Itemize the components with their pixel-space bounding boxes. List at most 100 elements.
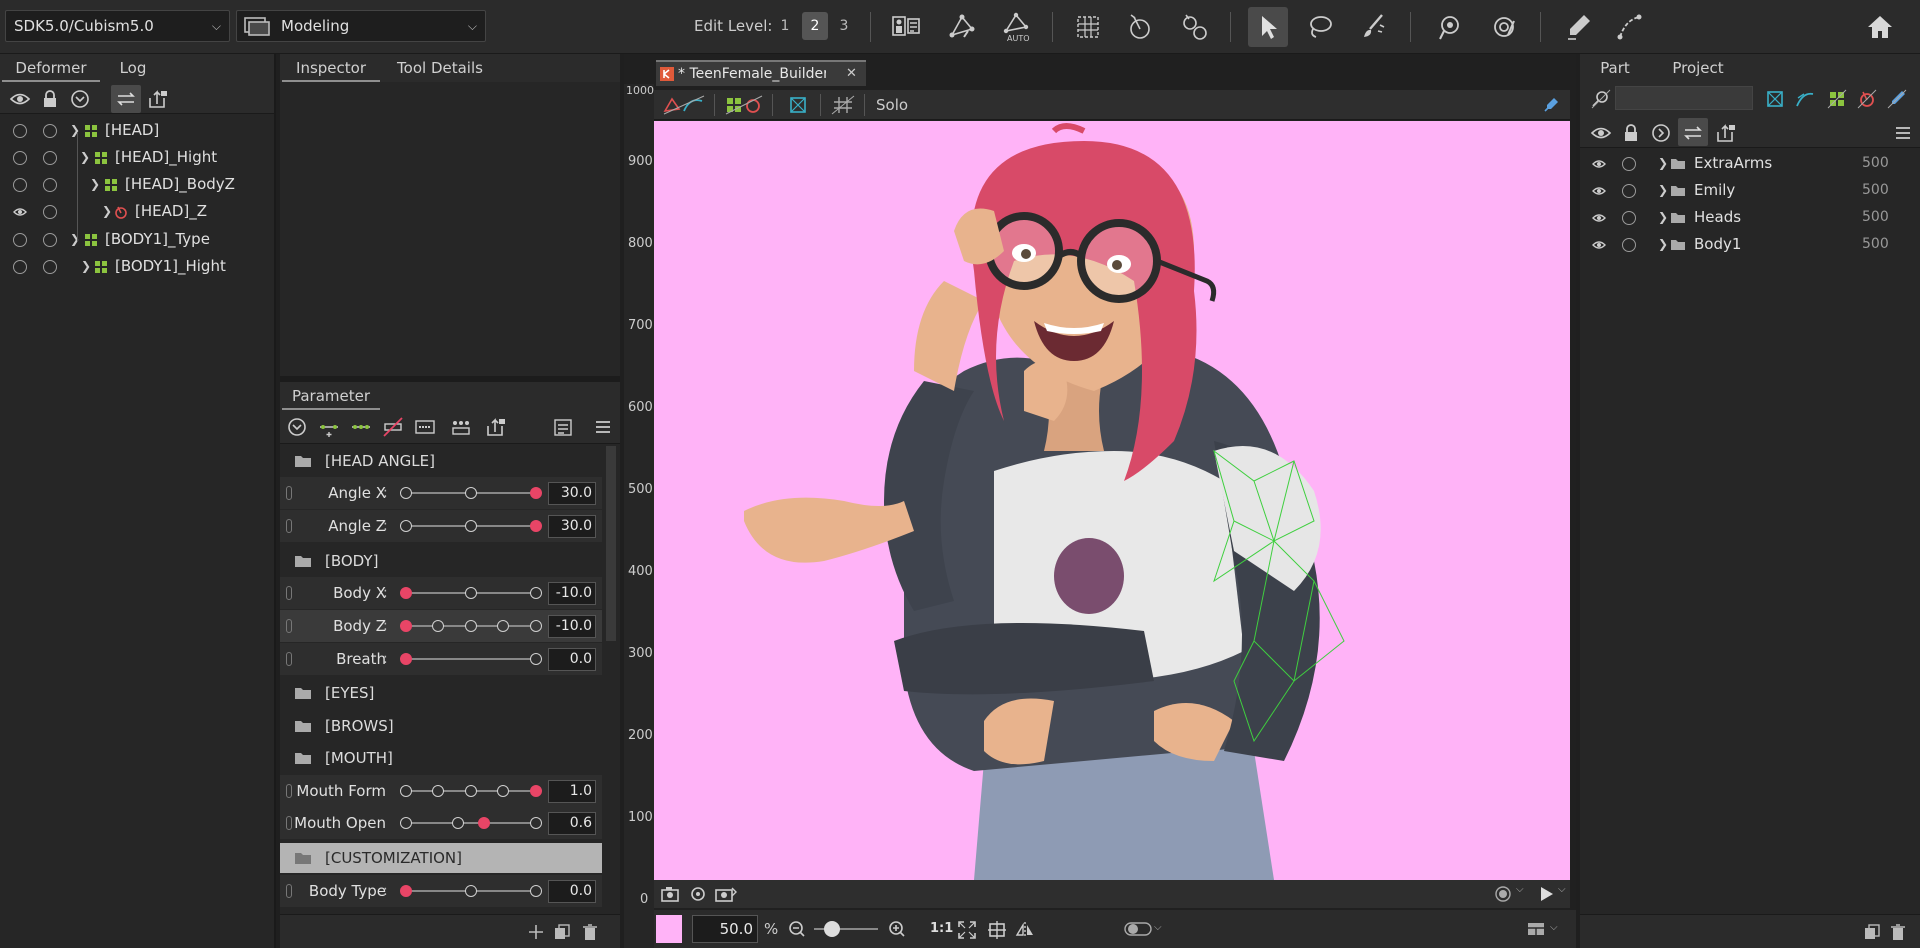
chevron-down-icon[interactable]: ❯ — [80, 144, 90, 171]
part-row[interactable]: ❯ ExtraArms 500 — [1580, 150, 1920, 177]
menu-icon[interactable] — [592, 416, 614, 438]
chevron-right-icon[interactable]: ❯ — [1658, 150, 1668, 177]
duplicate-icon[interactable] — [552, 922, 572, 942]
param-group-mouth[interactable]: [MOUTH] — [280, 743, 602, 773]
flip-view-icon[interactable] — [1014, 919, 1036, 941]
lock-toggle[interactable] — [1622, 238, 1636, 252]
param-slider-handle[interactable] — [400, 620, 412, 632]
tab-project[interactable]: Project — [1648, 54, 1748, 82]
chevron-down-icon[interactable]: ⌵ — [1550, 922, 1558, 933]
part-row[interactable]: ❯ Body1 500 — [1580, 231, 1920, 258]
param-keyform[interactable] — [465, 587, 477, 599]
tab-tool-details[interactable]: Tool Details — [380, 54, 500, 82]
camera-settings-icon[interactable] — [688, 885, 708, 903]
chevron-down-icon[interactable]: ⌵ — [1154, 922, 1162, 933]
chevron-right-icon[interactable]: ❯ — [1658, 177, 1668, 204]
zoom-in-icon[interactable] — [888, 920, 906, 938]
eye-icon[interactable] — [1592, 157, 1606, 171]
part-row[interactable]: ❯ Heads 500 — [1580, 204, 1920, 231]
param-keyform[interactable] — [497, 785, 509, 797]
camera-icon[interactable] — [660, 885, 680, 903]
param-value-input[interactable]: 0.0 — [548, 880, 596, 903]
link-icon[interactable] — [286, 519, 292, 533]
add-keyform-icon[interactable] — [318, 416, 340, 438]
duplicate-icon[interactable] — [1862, 922, 1882, 942]
param-group-head-angle[interactable]: [HEAD ANGLE] — [280, 446, 602, 476]
auto-mesh-icon[interactable]: AUTO — [998, 9, 1034, 45]
close-icon[interactable]: ✕ — [846, 62, 857, 86]
lock-icon[interactable] — [39, 88, 61, 110]
parameter-list-icon[interactable] — [552, 416, 574, 438]
lasso-select-icon[interactable] — [1302, 9, 1338, 45]
visibility-toggle[interactable] — [13, 233, 27, 247]
expand-icon[interactable] — [1650, 122, 1672, 144]
eye-icon[interactable] — [1592, 211, 1606, 225]
export-lock-icon[interactable] — [1714, 122, 1736, 144]
param-keyform[interactable] — [452, 817, 464, 829]
param-keyform[interactable] — [530, 587, 542, 599]
lock-toggle[interactable] — [43, 233, 57, 247]
param-keyform[interactable] — [530, 620, 542, 632]
warp-deformer-icon[interactable] — [1070, 9, 1106, 45]
texture-atlas-icon[interactable] — [888, 9, 924, 45]
link-icon[interactable] — [286, 652, 292, 666]
param-keyform[interactable] — [400, 785, 412, 797]
canvas-bg-swatch[interactable] — [656, 915, 682, 943]
link-icon[interactable] — [286, 816, 292, 830]
link-icon[interactable] — [286, 884, 292, 898]
brush-select-icon[interactable] — [1356, 9, 1392, 45]
chevron-down-icon[interactable]: ❯ — [90, 171, 100, 198]
param-keyform[interactable] — [400, 817, 412, 829]
param-value-input[interactable]: 1.0 — [548, 780, 596, 803]
param-keyform[interactable] — [530, 885, 542, 897]
document-tab[interactable]: * TeenFemale_Builder_… ✕ — [656, 60, 866, 86]
param-slider-handle[interactable] — [530, 487, 542, 499]
pen-tool-icon[interactable] — [1560, 9, 1596, 45]
rotation-deformer-icon[interactable] — [1122, 9, 1158, 45]
param-keyform[interactable] — [530, 817, 542, 829]
camera-export-icon[interactable] — [714, 885, 738, 903]
toggle-switch-icon[interactable] — [1124, 921, 1152, 937]
param-keyform[interactable] — [400, 520, 412, 532]
collapse-icon[interactable] — [286, 416, 308, 438]
lock-icon[interactable] — [1620, 122, 1642, 144]
chevron-right-icon[interactable]: ❯ — [1658, 204, 1668, 231]
home-icon[interactable] — [1862, 9, 1898, 45]
lock-toggle[interactable] — [43, 205, 57, 219]
param-keyform[interactable] — [400, 487, 412, 499]
link-icon[interactable] — [286, 486, 292, 500]
param-group-body[interactable]: [BODY] — [280, 546, 602, 576]
trash-icon[interactable] — [1888, 922, 1908, 942]
model-canvas[interactable] — [654, 121, 1570, 880]
delete-keyform-icon[interactable] — [382, 416, 404, 438]
character-model-illustration[interactable] — [654, 121, 1570, 880]
link-icon[interactable] — [286, 619, 292, 633]
play-icon[interactable] — [1536, 884, 1556, 904]
link-icon[interactable] — [286, 784, 292, 798]
grid-toggle-icon[interactable] — [830, 95, 856, 115]
search-filter-icon[interactable] — [1590, 88, 1612, 110]
menu-icon[interactable] — [1892, 122, 1914, 144]
mesh-display-icon[interactable] — [662, 95, 706, 115]
visibility-toggle[interactable] — [13, 124, 27, 138]
param-keyform[interactable] — [465, 520, 477, 532]
param-keyform[interactable] — [465, 885, 477, 897]
tab-log[interactable]: Log — [100, 54, 166, 82]
param-keyform[interactable] — [497, 620, 509, 632]
edit-level-3[interactable]: 3 — [831, 12, 857, 40]
lock-toggle[interactable] — [43, 151, 57, 165]
edit-level-1[interactable]: 1 — [772, 12, 798, 40]
tab-inspector[interactable]: Inspector — [282, 54, 380, 82]
chevron-down-icon[interactable]: ❯ — [70, 226, 80, 253]
tab-part[interactable]: Part — [1582, 54, 1648, 82]
chevron-right-icon[interactable]: ❯ — [102, 198, 112, 225]
tree-row[interactable]: ❯ [HEAD] — [0, 117, 272, 144]
curve-path-icon[interactable] — [1612, 9, 1648, 45]
zoom-slider-handle[interactable] — [824, 921, 840, 937]
tree-row[interactable]: ❯ [BODY1]_Hight — [0, 253, 272, 280]
scrollbar-thumb[interactable] — [606, 446, 616, 641]
export-lock-icon[interactable] — [484, 416, 506, 438]
deformer-display-icon[interactable] — [724, 95, 764, 115]
eye-icon[interactable] — [9, 88, 31, 110]
param-group-eyes[interactable]: [EYES] — [280, 678, 602, 708]
